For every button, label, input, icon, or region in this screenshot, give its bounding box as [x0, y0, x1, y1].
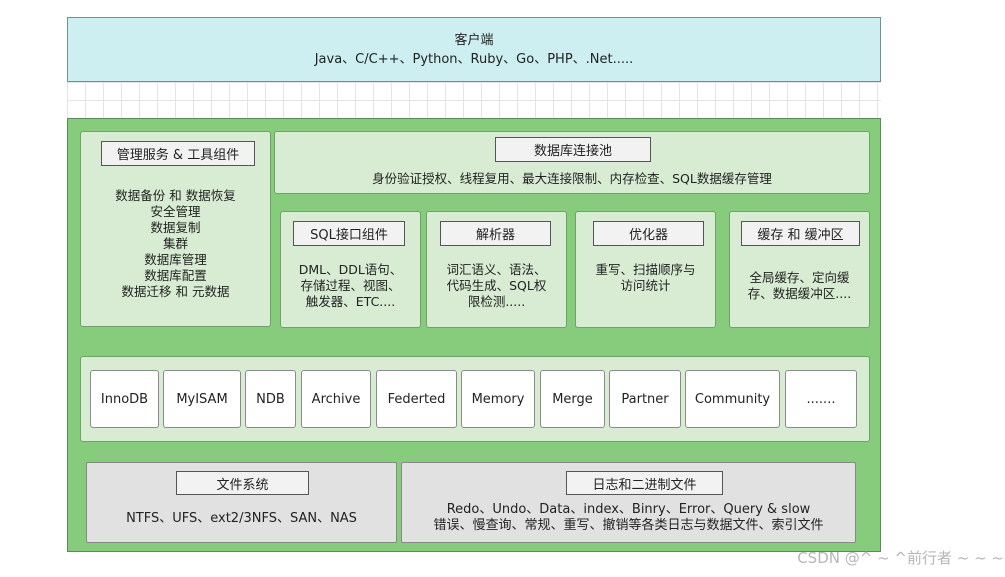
parser-label: 解析器: [440, 221, 551, 246]
optimizer-text: 重写、扫描顺序与 访问统计: [576, 262, 715, 294]
cache-buffer-text: 全局缓存、定向缓 存、数据缓冲区....: [730, 270, 869, 302]
text-line: 存、数据缓冲区....: [747, 286, 852, 301]
sql-interface-text: DML、DDL语句、 存储过程、视图、 触发器、ETC....: [281, 262, 420, 310]
text-line: DML、DDL语句、: [298, 262, 403, 277]
client-layer: 客户端 Java、C/C++、Python、Ruby、Go、PHP、.Net..…: [67, 17, 881, 82]
management-item: 数据迁移 和 元数据: [121, 284, 230, 299]
logs-label: 日志和二进制文件: [566, 471, 723, 495]
text-line: 代码生成、SQL权: [446, 278, 547, 293]
text-line: 全局缓存、定向缓: [749, 270, 850, 285]
engine-federted: Federted: [376, 370, 457, 428]
text-line: 限检测.....: [467, 294, 526, 309]
management-label: 管理服务 & 工具组件: [101, 141, 255, 166]
engine-memory: Memory: [461, 370, 535, 428]
text-line: 词汇语义、语法、: [446, 262, 547, 277]
logs-text: Redo、Undo、Data、index、Binry、Error、Query &…: [402, 502, 855, 534]
management-item: 安全管理: [150, 204, 201, 219]
engine-innodb: InnoDB: [90, 370, 159, 428]
text-line: 访问统计: [620, 278, 671, 293]
cache-buffer-label: 缓存 和 缓冲区: [741, 221, 860, 246]
engine-ndb: NDB: [245, 370, 296, 428]
sql-interface-label: SQL接口组件: [293, 221, 405, 246]
management-item: 数据备份 和 数据恢复: [115, 188, 236, 203]
engine-myisam: MyISAM: [163, 370, 241, 428]
connection-pool-label: 数据库连接池: [495, 137, 651, 162]
parser-text: 词汇语义、语法、 代码生成、SQL权 限检测.....: [427, 262, 566, 310]
engine-partner: Partner: [609, 370, 681, 428]
text-line: 错误、慢查询、常规、重写、撤销等各类日志与数据文件、索引文件: [433, 518, 824, 533]
cache-buffer-panel: 缓存 和 缓冲区 全局缓存、定向缓 存、数据缓冲区....: [729, 211, 870, 328]
filesystem-text: NTFS、UFS、ext2/3NFS、SAN、NAS: [126, 511, 357, 526]
connection-pool-panel: 数据库连接池 身份验证授权、线程复用、最大连接限制、内存检查、SQL数据缓存管理: [274, 131, 870, 194]
optimizer-label: 优化器: [593, 221, 704, 246]
connector-grid: [67, 82, 881, 118]
management-item: 集群: [162, 236, 188, 251]
client-languages: Java、C/C++、Python、Ruby、Go、PHP、.Net.....: [314, 51, 634, 67]
logs-panel: 日志和二进制文件 Redo、Undo、Data、index、Binry、Erro…: [401, 462, 856, 543]
engine-archive: Archive: [301, 370, 371, 428]
filesystem-panel: 文件系统 NTFS、UFS、ext2/3NFS、SAN、NAS: [86, 462, 397, 543]
text-line: Redo、Undo、Data、index、Binry、Error、Query &…: [446, 502, 811, 517]
management-item: 数据库配置: [144, 268, 207, 283]
management-item: 数据复制: [150, 220, 201, 235]
management-items: 数据备份 和 数据恢复 安全管理 数据复制 集群 数据库管理 数据库配置 数据迁…: [81, 188, 270, 300]
parser-panel: 解析器 词汇语义、语法、 代码生成、SQL权 限检测.....: [426, 211, 567, 328]
text-line: 触发器、ETC....: [305, 294, 396, 309]
engine-more: .......: [785, 370, 857, 428]
text-line: 重写、扫描顺序与: [595, 262, 696, 277]
optimizer-panel: 优化器 重写、扫描顺序与 访问统计: [575, 211, 716, 328]
connection-pool-text: 身份验证授权、线程复用、最大连接限制、内存检查、SQL数据缓存管理: [372, 171, 772, 186]
watermark: CSDN @^ ~ ^前行者 ~ ~ ~: [797, 549, 1004, 567]
management-item: 数据库管理: [144, 252, 207, 267]
filesystem-label: 文件系统: [176, 471, 309, 495]
client-title: 客户端: [454, 32, 494, 48]
engine-community: Community: [685, 370, 780, 428]
sql-interface-panel: SQL接口组件 DML、DDL语句、 存储过程、视图、 触发器、ETC....: [280, 211, 421, 328]
management-panel: 管理服务 & 工具组件 数据备份 和 数据恢复 安全管理 数据复制 集群 数据库…: [80, 131, 271, 327]
text-line: 存储过程、视图、: [300, 278, 401, 293]
engine-merge: Merge: [540, 370, 605, 428]
